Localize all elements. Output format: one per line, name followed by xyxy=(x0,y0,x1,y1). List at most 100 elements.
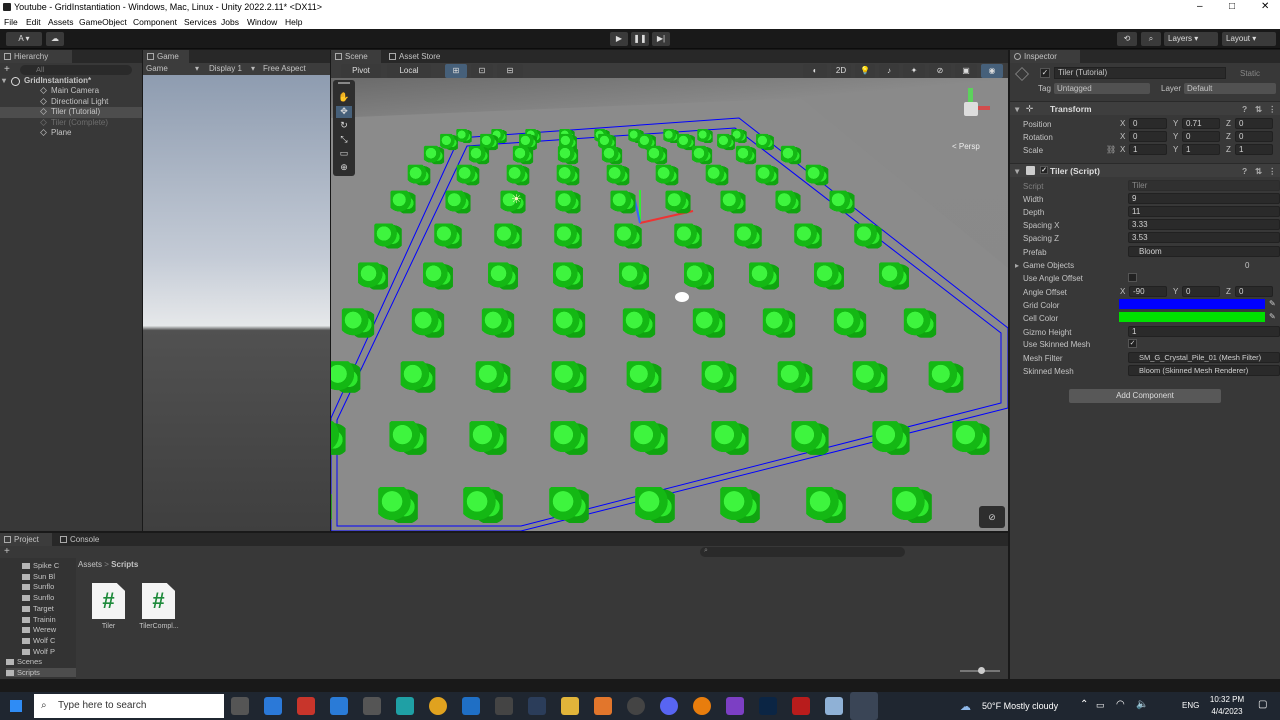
eyedropper-icon[interactable]: ✎ xyxy=(1269,312,1276,321)
tray-chevron-icon[interactable]: ⌃ xyxy=(1080,699,1088,710)
tab-project[interactable]: Project xyxy=(0,533,52,546)
breadcrumb-assets[interactable]: Assets xyxy=(78,560,102,569)
spacing-x-field[interactable]: 3.33 xyxy=(1128,219,1280,230)
layer-dropdown[interactable]: Default xyxy=(1184,83,1276,94)
step-button[interactable]: ▶| xyxy=(652,32,670,46)
search-icon[interactable]: ⌕ xyxy=(1141,32,1161,46)
space-dropdown[interactable]: Local xyxy=(387,64,431,78)
close-button[interactable]: ✕ xyxy=(1261,1,1269,12)
hierarchy-search-input[interactable]: All xyxy=(20,65,132,75)
more-icon[interactable]: ⋮ xyxy=(1268,166,1277,177)
tab-console[interactable]: Console xyxy=(56,533,106,546)
discord-icon[interactable] xyxy=(660,697,678,715)
menu-edit[interactable]: Edit xyxy=(26,17,41,27)
help-icon[interactable]: ? xyxy=(1242,104,1247,114)
object-name-field[interactable]: Tiler (Tutorial) xyxy=(1054,67,1226,79)
prefab-field[interactable]: Bloom xyxy=(1128,246,1280,257)
aspect-dropdown[interactable]: Free Aspect xyxy=(263,64,306,73)
add-asset-icon[interactable]: + xyxy=(4,546,10,557)
transform-header[interactable]: ▾ ⊹ Transform ? ⇅ ⋮ xyxy=(1010,101,1280,115)
rect-tool-icon[interactable]: ▭ xyxy=(336,148,352,160)
csharp-file-icon[interactable]: # xyxy=(142,583,175,619)
move-tool-icon[interactable]: ✥ xyxy=(336,106,352,118)
menu-assets[interactable]: Assets xyxy=(48,17,74,27)
menu-help[interactable]: Help xyxy=(285,17,302,27)
use-angle-offset-checkbox[interactable] xyxy=(1128,273,1137,282)
rotation-y-field[interactable]: 0 xyxy=(1182,131,1220,142)
expand-arrow-icon[interactable]: ▾ xyxy=(2,76,6,87)
skinned-mesh-field[interactable]: Bloom (Skinned Mesh Renderer) xyxy=(1128,365,1280,376)
edge-icon[interactable] xyxy=(396,697,414,715)
layout-dropdown[interactable]: Layout ▾ xyxy=(1222,32,1276,46)
project-search-input[interactable]: ⌕ xyxy=(700,547,905,557)
network-icon[interactable]: ▭ xyxy=(1096,700,1105,711)
app-icon[interactable] xyxy=(825,697,843,715)
width-field[interactable]: 9 xyxy=(1128,193,1280,204)
folder-item[interactable]: Sunflo xyxy=(22,582,54,591)
folder-item[interactable]: Wolf P xyxy=(22,647,55,656)
game-view[interactable] xyxy=(143,75,330,531)
camera-gizmo-icon[interactable] xyxy=(675,292,689,302)
lighting-icon[interactable]: 💡 xyxy=(855,64,875,78)
app-icon[interactable] xyxy=(792,697,810,715)
position-x-field[interactable]: 0 xyxy=(1129,118,1167,129)
notifications-icon[interactable]: ▢ xyxy=(1258,699,1267,710)
menu-window[interactable]: Window xyxy=(247,17,277,27)
cloud-icon[interactable]: ☁ xyxy=(46,32,64,46)
rotation-z-field[interactable]: 0 xyxy=(1235,131,1273,142)
snap-settings-icon[interactable]: ⊟ xyxy=(497,64,523,78)
overlay-menu-icon[interactable]: ⊘ xyxy=(979,506,1005,528)
menu-component[interactable]: Component xyxy=(133,17,177,27)
depth-field[interactable]: 11 xyxy=(1128,206,1280,217)
account-dropdown[interactable]: A ▾ xyxy=(6,32,42,46)
photoshop-icon[interactable] xyxy=(759,697,777,715)
hidden-objects-icon[interactable]: ⊘ xyxy=(929,64,951,78)
tab-scene[interactable]: Scene xyxy=(331,50,381,63)
unity-editor-taskbar-icon[interactable] xyxy=(850,692,878,720)
folder-item[interactable]: Spike C xyxy=(22,561,59,570)
orientation-gizmo[interactable] xyxy=(948,88,992,132)
gizmos-icon[interactable]: ◉ xyxy=(981,64,1003,78)
scale-z-field[interactable]: 1 xyxy=(1235,144,1273,155)
camera-settings-icon[interactable]: ▣ xyxy=(955,64,977,78)
tiler-header[interactable]: ▾ ✓ Tiler (Script) ? ⇅ ⋮ xyxy=(1010,163,1280,177)
angle-offset-x-field[interactable]: -90 xyxy=(1129,286,1167,297)
wifi-icon[interactable]: ◠ xyxy=(1116,699,1125,710)
scene-root[interactable]: ▾ GridInstantiation* xyxy=(0,76,142,87)
presets-icon[interactable]: ⇅ xyxy=(1255,104,1262,115)
static-toggle[interactable]: Static xyxy=(1240,69,1260,78)
vscode-icon[interactable] xyxy=(330,697,348,715)
active-checkbox[interactable]: ✓ xyxy=(1040,68,1050,78)
tab-game[interactable]: Game xyxy=(143,50,189,63)
tiler-enabled-checkbox[interactable]: ✓ xyxy=(1040,166,1048,174)
use-skinned-mesh-checkbox[interactable]: ✓ xyxy=(1128,339,1137,348)
more-icon[interactable]: ⋮ xyxy=(1268,104,1277,115)
cell-color-swatch[interactable] xyxy=(1119,312,1265,322)
task-view-icon[interactable] xyxy=(231,697,249,715)
hierarchy-item[interactable]: Plane xyxy=(0,128,142,139)
visual-studio-icon[interactable] xyxy=(726,697,744,715)
zoom-slider[interactable] xyxy=(960,667,1000,674)
menu-gameobject[interactable]: GameObject xyxy=(79,17,127,27)
pause-button[interactable]: ❚❚ xyxy=(631,32,649,46)
draw-mode-icon[interactable]: ◐ xyxy=(803,64,827,78)
taskbar-search-input[interactable]: Type here to search xyxy=(34,694,224,718)
scale-y-field[interactable]: 1 xyxy=(1182,144,1220,155)
hierarchy-item-disabled[interactable]: Tiler (Complete) xyxy=(0,118,142,129)
breadcrumb-scripts[interactable]: Scripts xyxy=(111,560,138,569)
mail-icon[interactable] xyxy=(462,697,480,715)
steam-icon[interactable] xyxy=(528,697,546,715)
menu-jobs[interactable]: Jobs xyxy=(221,17,239,27)
pivot-dropdown[interactable]: Pivot xyxy=(341,64,381,78)
toggle-2d-button[interactable]: 2D xyxy=(831,64,851,78)
persp-label[interactable]: < Persp xyxy=(952,142,980,151)
help-icon[interactable]: ? xyxy=(1242,166,1247,176)
folder-item[interactable]: Scripts xyxy=(6,668,76,677)
game-objects-row[interactable]: ▸ Game Objects 0 xyxy=(1015,259,1280,272)
position-y-field[interactable]: 0.71 xyxy=(1182,118,1220,129)
hierarchy-item-selected[interactable]: Tiler (Tutorial) xyxy=(0,107,142,118)
app-icon[interactable] xyxy=(594,697,612,715)
spacing-z-field[interactable]: 3.53 xyxy=(1128,232,1280,243)
layers-dropdown[interactable]: Layers ▾ xyxy=(1164,32,1218,46)
chrome-icon[interactable] xyxy=(429,697,447,715)
